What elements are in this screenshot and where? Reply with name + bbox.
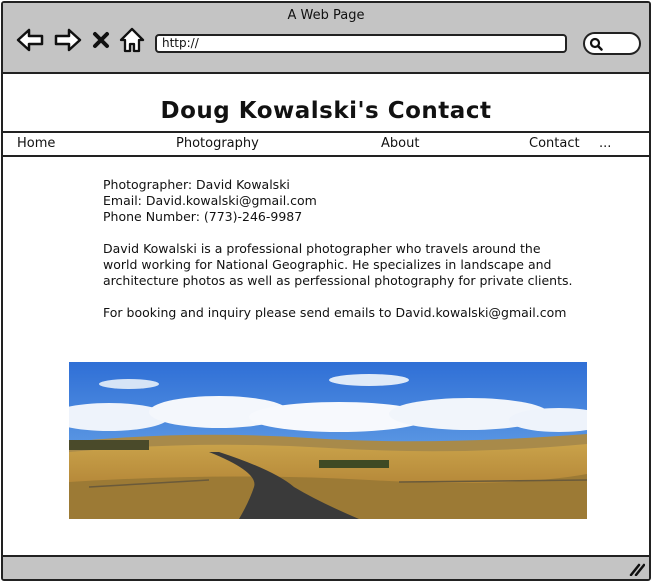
search-icon (589, 37, 603, 51)
home-button[interactable] (117, 25, 147, 55)
nav-item-home[interactable]: Home (17, 136, 55, 151)
home-icon (119, 27, 145, 53)
landscape-photo (69, 362, 587, 519)
nav-item-more[interactable]: ... (599, 136, 611, 151)
browser-window: A Web Page http:// Doug Kowalski's Conta… (1, 1, 651, 581)
browser-toolbar: A Web Page http:// (3, 3, 649, 74)
nav-item-contact[interactable]: Contact (529, 136, 580, 151)
email-line: Email: David.kowalski@gmail.com (103, 193, 317, 208)
forward-button[interactable] (53, 25, 83, 55)
close-icon (93, 32, 109, 48)
site-navbar: Home Photography About Contact ... (3, 131, 649, 157)
page-title: Doug Kowalski's Contact (160, 98, 492, 124)
nav-item-about[interactable]: About (381, 136, 419, 151)
photographer-line: Photographer: David Kowalski (103, 177, 290, 192)
back-button[interactable] (15, 25, 45, 55)
search-field[interactable] (583, 32, 641, 55)
address-bar[interactable]: http:// (155, 34, 567, 53)
bio-paragraph: David Kowalski is a professional photogr… (103, 241, 573, 288)
back-arrow-icon (16, 28, 44, 52)
nav-item-photography[interactable]: Photography (176, 136, 259, 151)
contact-content: Photographer: David Kowalski Email: Davi… (103, 177, 573, 337)
booking-paragraph: For booking and inquiry please send emai… (103, 305, 567, 320)
phone-line: Phone Number: (773)-246-9987 (103, 209, 303, 224)
resize-grip-icon[interactable] (629, 562, 645, 576)
status-bar (3, 555, 649, 579)
forward-arrow-icon (54, 28, 82, 52)
stop-button[interactable] (89, 25, 113, 55)
window-title: A Web Page (287, 8, 365, 23)
